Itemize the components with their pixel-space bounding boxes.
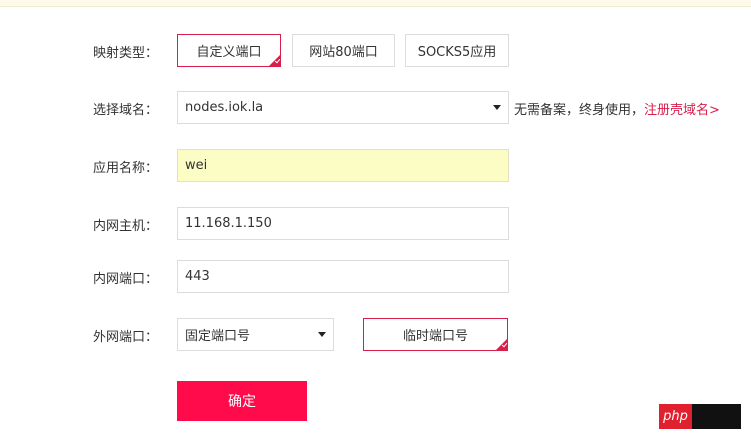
- temp-port-button-label: 临时端口号: [402, 329, 468, 344]
- option-web-80-label: 网站80端口: [309, 45, 378, 60]
- option-socks5-label: SOCKS5应用: [417, 45, 497, 60]
- option-custom-port-label: 自定义端口: [196, 45, 262, 60]
- external-port-select[interactable]: 固定端口号: [177, 318, 334, 351]
- internal-port-input[interactable]: 443: [177, 260, 509, 293]
- domain-select-value: nodes.iok.la: [185, 100, 264, 115]
- php-watermark: php: [659, 404, 741, 429]
- internal-port-label: 内网端口：: [93, 272, 159, 287]
- confirm-button[interactable]: 确定: [177, 381, 307, 421]
- php-logo-dark-block: [692, 404, 741, 429]
- chevron-down-icon: [318, 332, 326, 337]
- app-name-value: wei: [185, 158, 208, 173]
- domain-note-text: 无需备案，终身使用，: [514, 103, 645, 118]
- domain-note: 无需备案，终身使用，注册壳域名>: [514, 99, 720, 118]
- checkmark-corner-icon: [496, 339, 507, 350]
- internal-port-value: 443: [185, 269, 210, 284]
- checkmark-corner-icon: [269, 55, 280, 66]
- app-name-label: 应用名称：: [93, 161, 159, 176]
- option-socks5[interactable]: SOCKS5应用: [405, 34, 509, 67]
- php-logo: php: [659, 404, 692, 429]
- top-strip: [0, 0, 751, 7]
- domain-label: 选择域名：: [93, 103, 159, 118]
- external-port-select-value: 固定端口号: [185, 329, 251, 344]
- option-web-80[interactable]: 网站80端口: [292, 34, 395, 67]
- option-custom-port[interactable]: 自定义端口: [177, 34, 281, 67]
- app-name-input[interactable]: wei: [177, 149, 509, 182]
- internal-host-label: 内网主机：: [93, 219, 159, 234]
- domain-select[interactable]: nodes.iok.la: [177, 91, 509, 124]
- internal-host-input[interactable]: 11.168.1.150: [177, 207, 509, 240]
- chevron-down-icon: [493, 105, 501, 110]
- external-port-label: 外网端口：: [93, 330, 159, 345]
- internal-host-value: 11.168.1.150: [185, 216, 272, 231]
- temp-port-button[interactable]: 临时端口号: [363, 318, 508, 351]
- mapping-type-label: 映射类型：: [93, 46, 159, 61]
- register-domain-link[interactable]: 注册壳域名>: [644, 103, 720, 118]
